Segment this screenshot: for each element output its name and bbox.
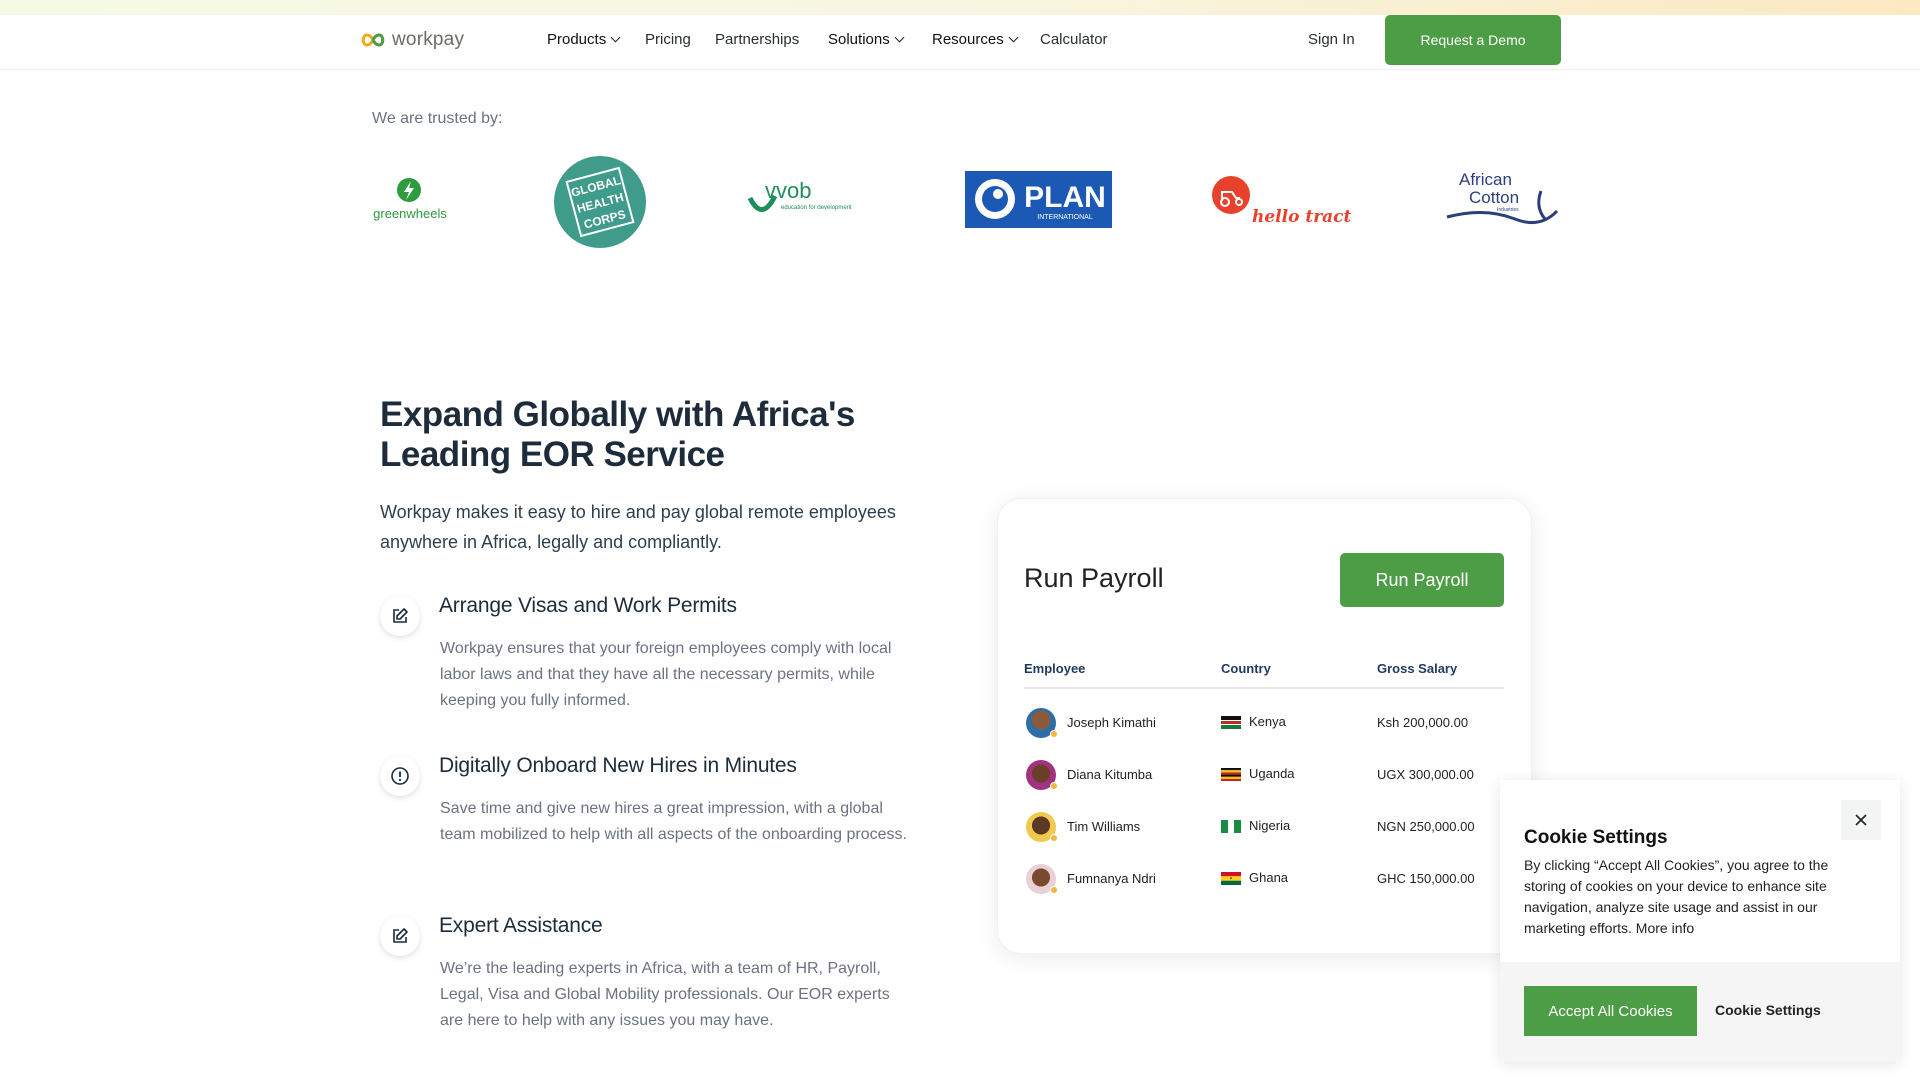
nav-solutions[interactable]: Solutions: [828, 31, 905, 48]
nav-partnerships[interactable]: Partnerships: [715, 31, 799, 48]
feature-text: Workpay ensures that your foreign employ…: [440, 640, 892, 709]
status-dot: [1050, 730, 1058, 738]
table-row: Joseph Kimathi Kenya Ksh 200,000.00: [998, 704, 1533, 744]
nav-products[interactable]: Products: [547, 31, 621, 48]
accept-all-cookies-button[interactable]: Accept All Cookies: [1524, 986, 1697, 1036]
employee-name: Fumnanya Ndri: [1067, 871, 1156, 886]
table-divider: [1024, 687, 1504, 689]
info-icon: [380, 756, 420, 796]
infinity-logo-icon: [361, 33, 385, 47]
workpay-logo[interactable]: workpay: [360, 29, 464, 51]
vvob-wordmark: vvob: [765, 178, 811, 203]
nav-pricing-label: Pricing: [645, 31, 691, 48]
navbar: workpay Products Pricing Partnerships So…: [0, 15, 1920, 70]
status-dot: [1050, 834, 1058, 842]
sign-in-label: Sign In: [1308, 31, 1355, 48]
employee-country: Ghana: [1249, 870, 1289, 885]
table-row: Diana Kitumba Uganda UGX 300,000.00: [998, 756, 1533, 796]
vvob-tagline: education for development: [781, 205, 852, 211]
employee-salary: UGX 300,000.00: [1377, 767, 1474, 782]
payroll-card: Run Payroll Run Payroll Employee Country…: [997, 498, 1532, 954]
column-employee: Employee: [1024, 661, 1086, 676]
column-country: Country: [1221, 661, 1271, 676]
plan-wordmark: PLAN: [1024, 181, 1106, 214]
cookie-banner: Cookie Settings By clicking “Accept All …: [1500, 780, 1900, 1062]
request-demo-button[interactable]: Request a Demo: [1385, 15, 1561, 65]
trusted-logos: greenwheels GLOBAL HEALTH CORPS vvob edu…: [360, 150, 1560, 250]
trusted-label: We are trusted by:: [372, 110, 503, 127]
global-health-corps-logo: GLOBAL HEALTH CORPS: [553, 155, 647, 249]
logo-text: workpay: [392, 29, 465, 50]
vvob-logo: vvob education for development: [747, 178, 867, 223]
uganda-flag-icon: [1221, 768, 1241, 781]
greenwheels-wordmark: greenwheels: [373, 206, 447, 221]
employee-salary: Ksh 200,000.00: [1377, 715, 1469, 730]
nav-calculator-label: Calculator: [1040, 31, 1108, 48]
nav-partnerships-label: Partnerships: [715, 31, 800, 48]
employee-name: Diana Kitumba: [1067, 767, 1153, 782]
status-dot: [1050, 886, 1058, 894]
close-button[interactable]: [1841, 800, 1881, 840]
close-icon: [1855, 814, 1867, 826]
more-info-link[interactable]: More info: [1636, 920, 1694, 936]
chevron-down-icon: [1008, 32, 1019, 43]
table-row: Fumnanya Ndri Ghana GHC 150,000.00: [998, 860, 1533, 900]
employee-country: Uganda: [1249, 766, 1295, 781]
column-gross-salary: Gross Salary: [1377, 661, 1458, 676]
hero-title: Expand Globally with Africa's Leading EO…: [380, 395, 855, 474]
kenya-flag-icon: [1221, 716, 1241, 729]
ghana-flag-icon: [1221, 872, 1241, 885]
employee-salary: GHC 150,000.00: [1377, 871, 1475, 886]
hello-tractor-logo: hello tractor: [1212, 176, 1373, 228]
employee-country: Kenya: [1249, 714, 1286, 729]
feature-title: Arrange Visas and Work Permits: [439, 594, 737, 617]
cookie-footer: Accept All Cookies Cookie Settings: [1500, 962, 1900, 1062]
plan-sub: INTERNATIONAL: [1037, 214, 1093, 221]
feature-title: Expert Assistance: [439, 914, 603, 937]
greenwheels-logo: greenwheels: [365, 177, 455, 222]
employee-salary: NGN 250,000.00: [1377, 819, 1475, 834]
nav-pricing[interactable]: Pricing: [645, 31, 691, 48]
chevron-down-icon: [610, 32, 621, 43]
african-cotton-sub: Industries: [1497, 207, 1519, 213]
feature-title: Digitally Onboard New Hires in Minutes: [439, 754, 797, 777]
employee-name: Joseph Kimathi: [1067, 715, 1156, 730]
payroll-title: Run Payroll: [1024, 563, 1164, 593]
chevron-down-icon: [894, 32, 905, 43]
nav-resources-label: Resources: [932, 31, 1004, 48]
edit-icon: [380, 916, 420, 956]
nigeria-flag-icon: [1221, 820, 1241, 833]
african-cotton-line-2: Cotton: [1469, 188, 1519, 207]
status-dot: [1050, 782, 1058, 790]
hello-tractor-wordmark: hello tractor: [1252, 207, 1352, 227]
cookie-title: Cookie Settings: [1524, 827, 1668, 848]
african-cotton-line-1: African: [1459, 170, 1512, 189]
run-payroll-button[interactable]: Run Payroll: [1340, 553, 1504, 607]
table-row: Tim Williams Nigeria NGN 250,000.00: [998, 808, 1533, 848]
feature-text: We’re the leading experts in Africa, wit…: [440, 960, 890, 1029]
nav-solutions-label: Solutions: [828, 31, 890, 48]
employee-country: Nigeria: [1249, 818, 1291, 833]
nav-resources[interactable]: Resources: [932, 31, 1019, 48]
top-gradient-bar: [0, 0, 1920, 15]
african-cotton-logo: African Cotton Industries: [1445, 167, 1560, 229]
plan-international-logo: PLAN INTERNATIONAL: [965, 171, 1112, 228]
cookie-text: By clicking “Accept All Cookies”, you ag…: [1524, 855, 1874, 939]
cookie-settings-button[interactable]: Cookie Settings: [1715, 1002, 1821, 1018]
hero-subtitle: Workpay makes it easy to hire and pay gl…: [380, 502, 896, 552]
nav-products-label: Products: [547, 31, 607, 48]
edit-icon: [380, 596, 420, 636]
nav-calculator[interactable]: Calculator: [1040, 31, 1108, 48]
employee-name: Tim Williams: [1067, 819, 1141, 834]
feature-text: Save time and give new hires a great imp…: [440, 800, 907, 843]
sign-in-link[interactable]: Sign In: [1308, 31, 1355, 48]
